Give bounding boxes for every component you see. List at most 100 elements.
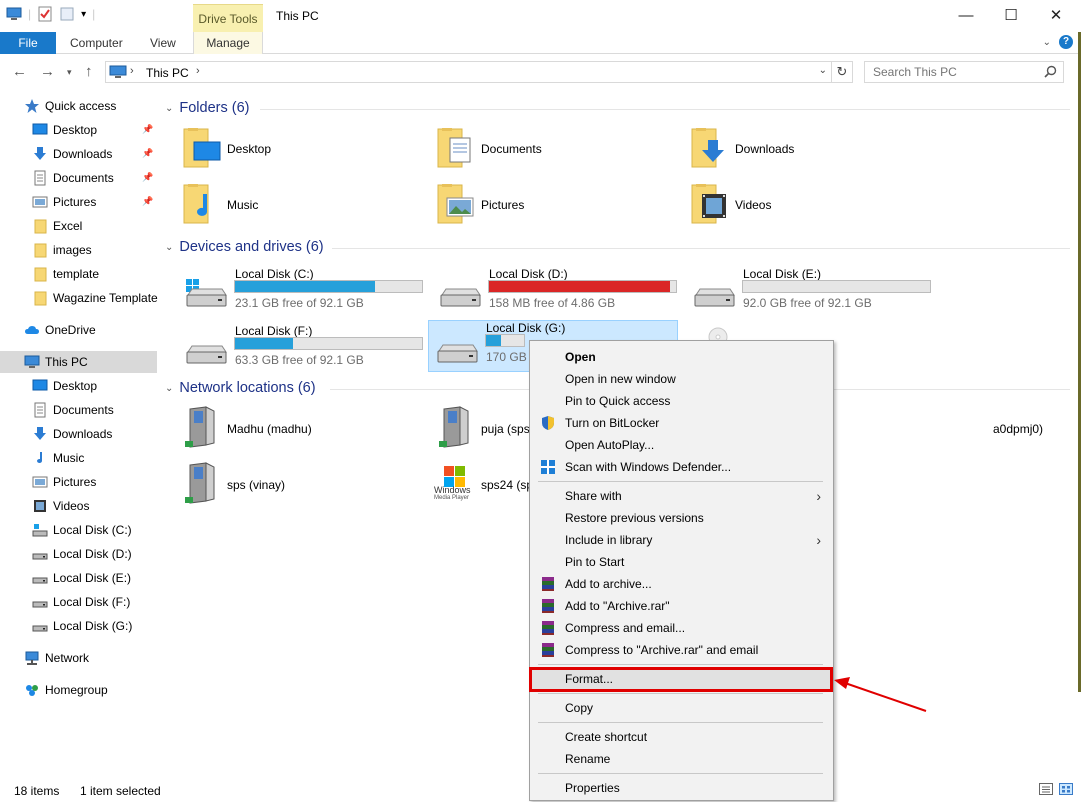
new-folder-icon[interactable] — [59, 6, 75, 22]
sidebar-item-local-disk-g-[interactable]: Local Disk (G:) — [0, 615, 157, 637]
sidebar-item-videos[interactable]: Videos — [0, 495, 157, 517]
folder-tile-downloads[interactable]: Downloads — [688, 124, 918, 174]
sidebar-item-onedrive[interactable]: OneDrive — [0, 319, 157, 341]
computer-icon[interactable] — [6, 6, 22, 22]
menu-item-label: Add to "Archive.rar" — [565, 599, 670, 613]
sidebar-item-downloads[interactable]: Downloads 📌 — [0, 143, 157, 165]
minimize-button[interactable]: — — [943, 0, 989, 30]
menu-item-add-to-archive-rar[interactable]: Add to "Archive.rar" — [532, 595, 831, 617]
back-arrow-icon[interactable]: ← — [12, 63, 27, 80]
folder-tile-desktop[interactable]: Desktop — [180, 124, 410, 174]
address-bar[interactable]: › This PC › ⌄ — [105, 61, 832, 83]
folder-tile-videos[interactable]: Videos — [688, 180, 918, 230]
drive-tile-d[interactable]: Local Disk (D:) 158 MB free of 4.86 GB — [432, 267, 682, 319]
customize-qat-icon[interactable]: ▾ — [81, 9, 86, 20]
sidebar-item-desktop[interactable]: Desktop 📌 — [0, 119, 157, 141]
network-location-tile[interactable]: Madhu (madhu) — [180, 404, 410, 454]
sidebar-item-this-pc[interactable]: This PC — [0, 351, 157, 373]
tab-file[interactable]: File — [0, 32, 56, 54]
menu-item-turn-on-bitlocker[interactable]: Turn on BitLocker — [532, 412, 831, 434]
computer-icon — [24, 354, 40, 370]
search-input[interactable] — [873, 65, 1033, 79]
drive-usage-bar — [742, 280, 931, 293]
group-header-drives[interactable]: ⌄ Devices and drives (6) — [165, 239, 324, 255]
tab-manage[interactable]: Manage — [193, 32, 263, 54]
drive-tile-c[interactable]: Local Disk (C:) 23.1 GB free of 92.1 GB — [178, 267, 428, 319]
tab-computer[interactable]: Computer — [70, 32, 123, 54]
sidebar-item-documents[interactable]: Documents — [0, 399, 157, 421]
sidebar-item-documents[interactable]: Documents 📌 — [0, 167, 157, 189]
breadcrumb-this-pc[interactable]: This PC — [146, 66, 189, 80]
sidebar-item-pictures[interactable]: Pictures 📌 — [0, 191, 157, 213]
drive-tile-f[interactable]: Local Disk (F:) 63.3 GB free of 92.1 GB — [178, 324, 428, 376]
menu-item-pin-to-start[interactable]: Pin to Start — [532, 551, 831, 573]
help-icon[interactable]: ? — [1059, 35, 1073, 49]
sidebar-item-pictures[interactable]: Pictures — [0, 471, 157, 493]
search-icon[interactable] — [1044, 65, 1057, 78]
chevron-down-icon[interactable]: ⌄ — [165, 383, 173, 394]
menu-item-share-with[interactable]: Share with › — [532, 485, 831, 507]
group-header-network[interactable]: ⌄ Network locations (6) — [165, 380, 316, 396]
pin-icon[interactable]: 📌 — [142, 148, 153, 159]
folder-tile-pictures[interactable]: Pictures — [434, 180, 664, 230]
videos-folder-icon — [688, 182, 730, 229]
menu-item-pin-to-quick-access[interactable]: Pin to Quick access — [532, 390, 831, 412]
sidebar-item-wagazine-template[interactable]: Wagazine Template — [0, 287, 158, 309]
menu-item-create-shortcut[interactable]: Create shortcut — [532, 726, 831, 748]
pin-icon[interactable]: 📌 — [142, 124, 153, 135]
menu-item-open[interactable]: Open — [532, 346, 831, 368]
properties-icon[interactable] — [37, 6, 53, 22]
menu-item-compress-to-archive-rar-and-email[interactable]: Compress to "Archive.rar" and email — [532, 639, 831, 661]
menu-item-open-autoplay[interactable]: Open AutoPlay... — [532, 434, 831, 456]
search-box[interactable] — [864, 61, 1064, 83]
drive-tile-e[interactable]: Local Disk (E:) 92.0 GB free of 92.1 GB — [686, 267, 936, 319]
menu-item-restore-previous-versions[interactable]: Restore previous versions — [532, 507, 831, 529]
folder-tile-music[interactable]: Music — [180, 180, 410, 230]
group-header-folders[interactable]: ⌄ Folders (6) — [165, 100, 250, 116]
sidebar-item-network[interactable]: Network — [0, 647, 157, 669]
address-dropdown-icon[interactable]: ⌄ — [819, 65, 827, 76]
maximize-button[interactable]: ☐ — [988, 0, 1034, 30]
expand-ribbon-icon[interactable]: ⌄ — [1043, 37, 1051, 48]
tab-view[interactable]: View — [150, 32, 176, 54]
sidebar-item-template[interactable]: template — [0, 263, 157, 285]
sidebar-item-local-disk-c-[interactable]: Local Disk (C:) — [0, 519, 157, 541]
forward-arrow-icon[interactable]: → — [40, 63, 55, 80]
chevron-down-icon[interactable]: ⌄ — [165, 242, 173, 253]
menu-item-rename[interactable]: Rename — [532, 748, 831, 770]
sidebar-item-music[interactable]: Music — [0, 447, 157, 469]
menu-item-compress-and-email[interactable]: Compress and email... — [532, 617, 831, 639]
ribbon-tabs: File Computer View Manage ⌄ ? — [0, 32, 1081, 54]
close-button[interactable]: ✕ — [1033, 0, 1079, 30]
pin-icon[interactable]: 📌 — [142, 196, 153, 207]
sidebar-item-images[interactable]: images — [0, 239, 157, 261]
sidebar-item-local-disk-e-[interactable]: Local Disk (E:) — [0, 567, 157, 589]
chevron-down-icon[interactable]: ⌄ — [165, 103, 173, 114]
recent-locations-icon[interactable]: ▾ — [67, 67, 72, 78]
folder-tile-documents[interactable]: Documents — [434, 124, 664, 174]
menu-item-scan-with-windows-defender[interactable]: Scan with Windows Defender... — [532, 456, 831, 478]
details-view-icon[interactable] — [1039, 783, 1053, 795]
pin-icon[interactable]: 📌 — [142, 172, 153, 183]
breadcrumb-separator[interactable]: › — [196, 65, 200, 77]
sidebar-item-label: Documents — [53, 171, 114, 185]
menu-item-include-in-library[interactable]: Include in library › — [532, 529, 831, 551]
folder-name: Documents — [481, 142, 542, 156]
up-arrow-icon[interactable]: ↑ — [85, 63, 93, 80]
menu-item-add-to-archive[interactable]: Add to archive... — [532, 573, 831, 595]
drive-usage-bar — [234, 280, 423, 293]
sidebar-item-desktop[interactable]: Desktop — [0, 375, 157, 397]
large-icons-view-icon[interactable] — [1059, 783, 1073, 795]
refresh-button[interactable]: ↻ — [832, 61, 853, 83]
sidebar-item-local-disk-f-[interactable]: Local Disk (F:) — [0, 591, 157, 613]
sidebar-item-downloads[interactable]: Downloads — [0, 423, 157, 445]
drive-usage-fill — [235, 281, 376, 292]
network-location-tile[interactable]: sps (vinay) — [180, 460, 410, 510]
menu-item-copy[interactable]: Copy — [532, 697, 831, 719]
sidebar-item-local-disk-d-[interactable]: Local Disk (D:) — [0, 543, 157, 565]
sidebar-item-quick-access[interactable]: Quick access — [0, 95, 157, 117]
cloud-icon — [24, 322, 40, 338]
sidebar-item-excel[interactable]: Excel — [0, 215, 157, 237]
menu-item-open-in-new-window[interactable]: Open in new window — [532, 368, 831, 390]
sidebar-item-homegroup[interactable]: Homegroup — [0, 679, 157, 701]
